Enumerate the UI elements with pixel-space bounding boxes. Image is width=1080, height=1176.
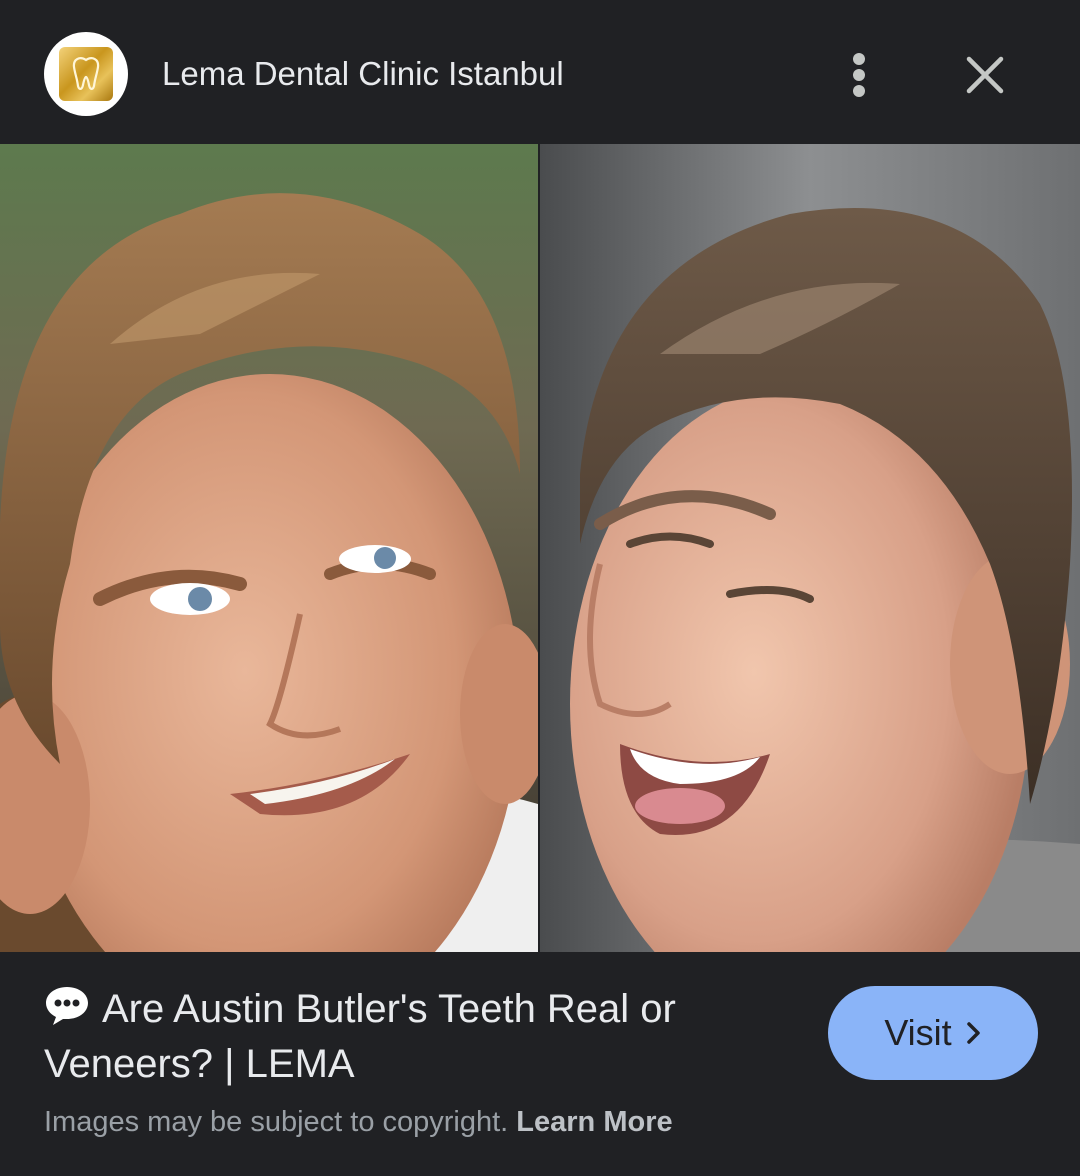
more-vert-icon: [853, 53, 865, 97]
visit-button[interactable]: Visit: [828, 986, 1038, 1080]
learn-more-link[interactable]: Learn More: [516, 1106, 672, 1138]
more-options-button[interactable]: [836, 50, 882, 100]
close-button[interactable]: [960, 50, 1010, 100]
site-name[interactable]: Lema Dental Clinic Istanbul: [162, 52, 564, 96]
speech-bubble-icon: [44, 985, 90, 1039]
site-avatar[interactable]: [44, 32, 128, 116]
result-title[interactable]: Are Austin Butler's Teeth Real or Veneer…: [44, 984, 784, 1089]
copyright-notice: Images may be subject to copyright. Lear…: [44, 1102, 673, 1142]
copyright-text: Images may be subject to copyright.: [44, 1106, 509, 1138]
result-image[interactable]: [0, 144, 1080, 952]
person-photo-right: [540, 144, 1080, 952]
person-photo-left: [0, 144, 538, 952]
close-icon: [966, 56, 1004, 94]
result-title-text: Are Austin Butler's Teeth Real or Veneer…: [44, 987, 676, 1086]
chevron-right-icon: [966, 1021, 982, 1045]
visit-button-label: Visit: [884, 1012, 952, 1053]
tooth-logo-icon: [59, 47, 113, 101]
header-bar: Lema Dental Clinic Istanbul: [0, 0, 1080, 144]
